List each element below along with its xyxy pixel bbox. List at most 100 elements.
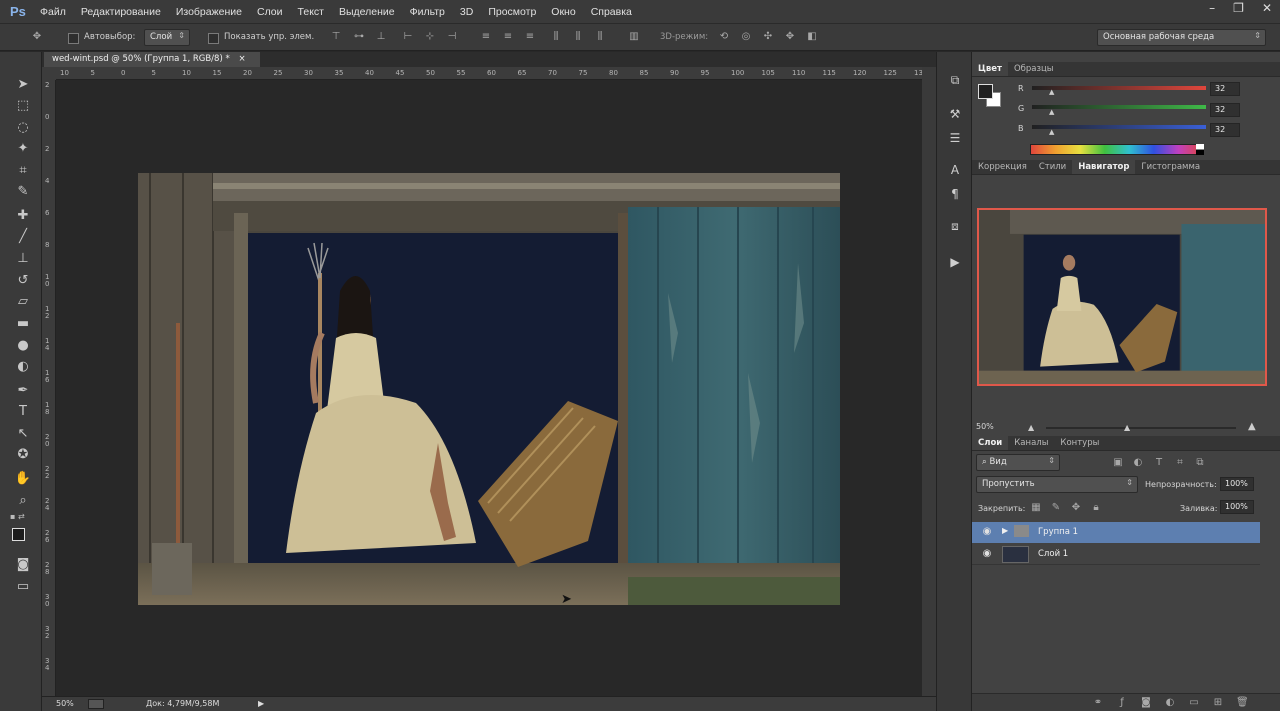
status-preview-icon[interactable]: [88, 699, 104, 709]
eye-icon[interactable]: ◉: [981, 526, 993, 538]
menu-type[interactable]: Текст: [298, 6, 324, 18]
healing-brush-tool-icon[interactable]: ✚: [14, 207, 32, 225]
menu-edit[interactable]: Редактирование: [81, 6, 161, 18]
3d-pan-icon[interactable]: ✣: [762, 31, 774, 43]
foreground-color-swatch[interactable]: [12, 528, 25, 541]
dodge-tool-icon[interactable]: ◐: [14, 358, 32, 376]
menu-filter[interactable]: Фильтр: [410, 6, 445, 18]
tab-styles[interactable]: Стили: [1033, 160, 1072, 174]
pen-tool-icon[interactable]: ✒: [14, 382, 32, 400]
tab-paths[interactable]: Контуры: [1054, 436, 1105, 450]
zoom-tool-icon[interactable]: ⌕: [14, 492, 32, 510]
close-icon[interactable]: ✕: [1262, 1, 1272, 15]
fill-value[interactable]: 100%: [1220, 500, 1254, 514]
layer-comps-panel-icon[interactable]: ⧈: [947, 218, 963, 234]
character-panel-icon[interactable]: A: [947, 162, 963, 178]
brush-tool-icon[interactable]: ╱: [14, 228, 32, 246]
adjustment-layer-icon[interactable]: ◐: [1164, 697, 1176, 709]
menu-image[interactable]: Изображение: [176, 6, 242, 18]
fx-icon[interactable]: ƒ: [1116, 697, 1128, 709]
move-tool-icon[interactable]: ➤: [14, 76, 32, 94]
layer-row-layer-1[interactable]: ◉ Слой 1: [972, 544, 1260, 565]
channel-b-value[interactable]: 32: [1210, 123, 1240, 137]
3d-scale-icon[interactable]: ◧: [806, 31, 818, 43]
quick-mask-icon[interactable]: ◙: [14, 556, 32, 574]
expand-arrow-icon[interactable]: ▶: [1002, 526, 1008, 535]
layer-filter-dropdown[interactable]: ⌕ Вид: [976, 454, 1060, 471]
distribute-top-icon[interactable]: ≡: [480, 31, 492, 43]
menu-layers[interactable]: Слои: [257, 6, 283, 18]
eye-icon[interactable]: ◉: [981, 548, 993, 560]
channel-b-slider[interactable]: [1032, 125, 1206, 129]
path-select-tool-icon[interactable]: ↖: [14, 425, 32, 443]
align-right-icon[interactable]: ⊣: [446, 31, 458, 43]
blend-mode-dropdown[interactable]: Пропустить: [976, 476, 1138, 493]
distribute-left-icon[interactable]: ⫼: [550, 31, 562, 43]
status-menu-arrow-icon[interactable]: ▶: [258, 699, 264, 708]
menu-view[interactable]: Просмотр: [488, 6, 536, 18]
channel-g-value[interactable]: 32: [1210, 103, 1240, 117]
new-layer-icon[interactable]: ⊞: [1212, 697, 1224, 709]
tab-navigator[interactable]: Навигатор: [1072, 160, 1136, 174]
hand-tool-icon[interactable]: ✋: [14, 470, 32, 488]
distribute-vcenter-icon[interactable]: ≡: [502, 31, 514, 43]
navigator-zoom-handle-icon[interactable]: ▲: [1124, 423, 1130, 432]
channel-g-handle-icon[interactable]: ▲: [1049, 108, 1054, 116]
align-top-icon[interactable]: ⊤: [330, 31, 342, 43]
paragraph-panel-icon[interactable]: ¶: [947, 186, 963, 202]
opacity-value[interactable]: 100%: [1220, 477, 1254, 491]
channel-r-handle-icon[interactable]: ▲: [1049, 88, 1054, 96]
distribute-right-icon[interactable]: ⫼: [594, 31, 606, 43]
eyedropper-tool-icon[interactable]: ✎: [14, 183, 32, 201]
color-spectrum-ramp[interactable]: [1030, 144, 1204, 155]
distribute-bottom-icon[interactable]: ≡: [524, 31, 536, 43]
marquee-tool-icon[interactable]: ⬚: [14, 97, 32, 115]
channel-r-value[interactable]: 32: [1210, 82, 1240, 96]
gradient-tool-icon[interactable]: ▬: [14, 315, 32, 333]
auto-align-icon[interactable]: ▥: [628, 31, 640, 43]
color-ramp-black-white[interactable]: [1196, 144, 1204, 155]
close-tab-icon[interactable]: ×: [238, 54, 245, 64]
lasso-tool-icon[interactable]: ◌: [14, 119, 32, 137]
zoom-out-icon[interactable]: ▲: [1028, 423, 1034, 432]
lock-pixels-icon[interactable]: ✎: [1050, 502, 1062, 514]
type-tool-icon[interactable]: T: [14, 403, 32, 421]
history-panel-icon[interactable]: ⧉: [947, 72, 963, 88]
actions-panel-icon[interactable]: ⚒: [947, 106, 963, 122]
eraser-tool-icon[interactable]: ▱: [14, 293, 32, 311]
new-group-icon[interactable]: ▭: [1188, 697, 1200, 709]
align-bottom-icon[interactable]: ⊥: [375, 31, 387, 43]
navigator-view-box[interactable]: [977, 208, 1267, 386]
navigator-zoom-value[interactable]: 50%: [976, 422, 994, 431]
layer-name-group-1[interactable]: Группа 1: [1038, 527, 1078, 537]
align-hcenter-icon[interactable]: ⊹: [424, 31, 436, 43]
vertical-scrollbar[interactable]: [922, 67, 936, 696]
restore-icon[interactable]: ❐: [1233, 1, 1244, 15]
shape-tool-icon[interactable]: ✪: [14, 446, 32, 464]
3d-roll-icon[interactable]: ◎: [740, 31, 752, 43]
crop-tool-icon[interactable]: ⌗: [14, 162, 32, 180]
distribute-hcenter-icon[interactable]: ⫼: [572, 31, 584, 43]
3d-orbit-icon[interactable]: ⟲: [718, 31, 730, 43]
tab-layers[interactable]: Слои: [972, 436, 1009, 450]
workspace-dropdown[interactable]: Основная рабочая среда: [1097, 29, 1266, 46]
tab-histogram[interactable]: Гистограмма: [1135, 160, 1206, 174]
delete-layer-icon[interactable]: 🗑︎: [1236, 697, 1249, 709]
3d-slide-icon[interactable]: ✥: [784, 31, 796, 43]
tab-channels[interactable]: Каналы: [1008, 436, 1054, 450]
navigator-zoom-slider[interactable]: [1046, 427, 1236, 429]
lock-transparent-icon[interactable]: ▦: [1030, 502, 1042, 514]
filter-type-icon[interactable]: T: [1153, 457, 1165, 469]
canvas-area[interactable]: ➤: [56, 81, 922, 696]
tab-color[interactable]: Цвет: [972, 62, 1008, 76]
menu-file[interactable]: Файл: [40, 6, 66, 18]
quick-select-tool-icon[interactable]: ✦: [14, 140, 32, 158]
lock-position-icon[interactable]: ✥: [1070, 502, 1082, 514]
timeline-panel-icon[interactable]: ▶: [947, 254, 963, 270]
tab-adjustments[interactable]: Коррекция: [972, 160, 1033, 174]
show-transform-checkbox[interactable]: [208, 33, 219, 44]
minimize-icon[interactable]: –: [1209, 1, 1215, 15]
filter-adjustment-icon[interactable]: ◐: [1132, 457, 1144, 469]
add-mask-icon[interactable]: ◙: [1140, 697, 1152, 709]
properties-panel-icon[interactable]: ☰: [947, 130, 963, 146]
